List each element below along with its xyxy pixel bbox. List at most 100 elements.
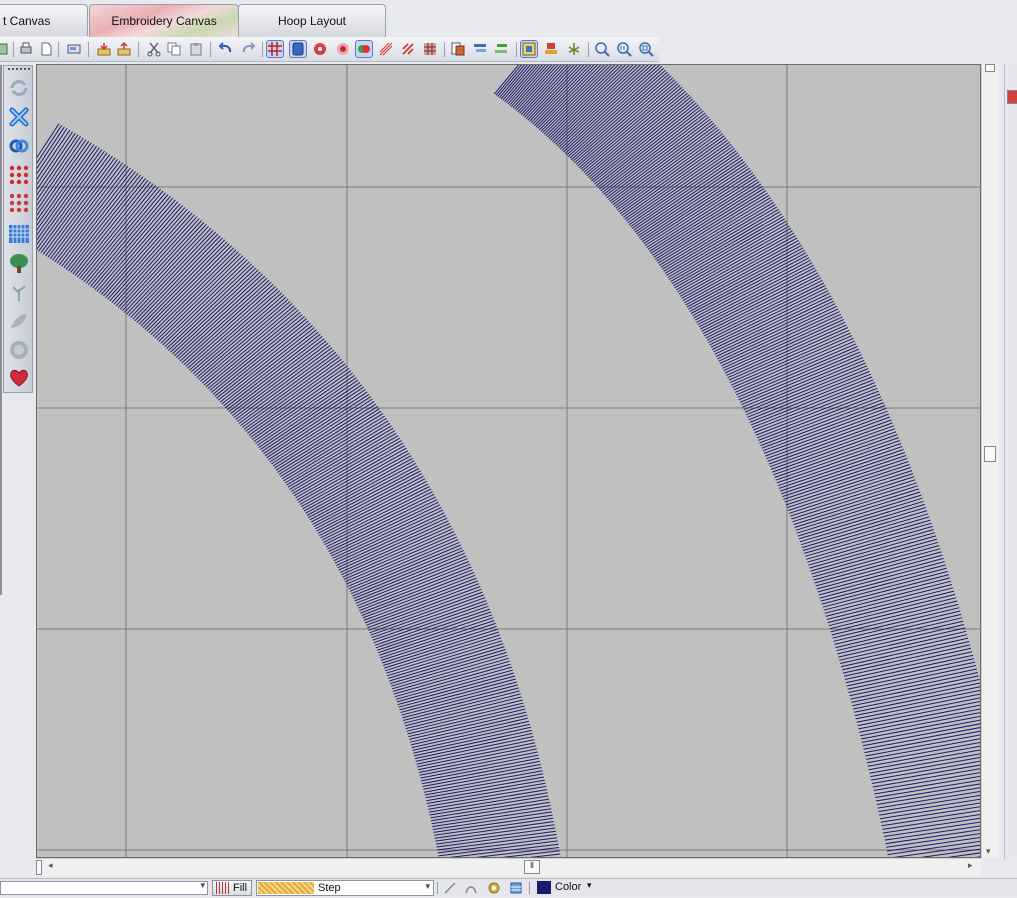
stitch-line <box>418 745 536 771</box>
circle-icon[interactable] <box>8 339 30 361</box>
scroll-left-arrow-icon[interactable]: ◂ <box>48 860 53 871</box>
stitch-design <box>37 65 980 857</box>
paste-icon[interactable] <box>188 41 204 57</box>
panel-icon[interactable] <box>1007 90 1017 104</box>
stitch-line <box>777 443 902 487</box>
tab-label: Embroidery Canvas <box>111 14 217 28</box>
tree-icon[interactable] <box>566 41 582 57</box>
stitch-line <box>873 772 980 791</box>
needle-icon[interactable] <box>443 881 457 895</box>
stitch-line <box>739 351 861 403</box>
stitch-line <box>400 681 517 713</box>
dot-grid-icon[interactable] <box>8 164 30 186</box>
zoom-in-icon[interactable] <box>594 41 610 57</box>
stamp-icon[interactable] <box>543 41 559 57</box>
stitch-view-icon[interactable] <box>378 41 394 57</box>
scroll-thumb[interactable] <box>984 446 996 462</box>
stitch-line <box>399 678 516 711</box>
copy-icon[interactable] <box>166 41 182 57</box>
stitch-line <box>871 760 980 781</box>
select-all-icon[interactable] <box>520 40 538 58</box>
color-button[interactable]: Color ▾ <box>534 880 598 896</box>
fill-icon <box>216 882 230 894</box>
fill-button[interactable]: Fill <box>212 880 252 896</box>
zoom-out-icon[interactable] <box>638 41 654 57</box>
stitch-line <box>780 449 904 492</box>
leaf-icon[interactable] <box>8 281 30 303</box>
scroll-down-arrow-icon[interactable]: ▾ <box>986 846 991 857</box>
undo-icon[interactable] <box>218 41 234 57</box>
stitch-line <box>872 768 980 788</box>
scroll-left-button[interactable] <box>36 860 42 875</box>
page-icon[interactable] <box>38 41 54 57</box>
dot-grid-alt-icon[interactable] <box>8 192 30 214</box>
scroll-thumb[interactable]: ⦀ <box>524 860 540 874</box>
scroll-right-arrow-icon[interactable]: ▸ <box>968 860 973 871</box>
stitch-line <box>868 749 980 771</box>
grid-icon[interactable] <box>266 40 284 58</box>
stitch-line <box>869 753 980 774</box>
zoom-actual-icon[interactable] <box>616 41 632 57</box>
hoop-icon[interactable] <box>289 40 307 58</box>
canvas-drawing <box>37 65 980 857</box>
grid-fill-icon[interactable] <box>8 223 30 245</box>
grid-view-icon[interactable] <box>422 41 438 57</box>
tab-label: t Canvas <box>3 13 51 28</box>
tab-embroidery-canvas[interactable]: Embroidery Canvas <box>89 4 239 37</box>
vertical-scrollbar[interactable]: ▾ <box>981 64 999 858</box>
redo-icon[interactable] <box>240 41 256 57</box>
dropdown-arrow-icon[interactable]: ▾ <box>425 881 430 892</box>
embroidery-canvas[interactable] <box>36 64 981 858</box>
tab-canvas[interactable]: t Canvas <box>0 4 88 36</box>
toolbar-separator <box>444 42 445 57</box>
export-icon[interactable] <box>116 41 132 57</box>
rotate-icon[interactable] <box>8 77 30 99</box>
status-separator <box>437 882 438 894</box>
color-view-icon[interactable] <box>355 40 373 58</box>
panel-edge <box>0 65 2 595</box>
copy-object-icon[interactable] <box>450 41 466 57</box>
palette-grip[interactable] <box>8 68 30 72</box>
stitch-line <box>341 525 452 576</box>
object-select[interactable]: ▾ <box>0 880 208 895</box>
stitch-line <box>437 837 558 854</box>
tab-hoop-layout[interactable]: Hoop Layout <box>238 4 386 37</box>
stitch-line <box>339 522 451 573</box>
print-preview-icon[interactable] <box>66 41 82 57</box>
scroll-up-button[interactable] <box>985 64 995 72</box>
stitch-line <box>843 647 972 677</box>
toolbar-separator <box>210 42 211 57</box>
cut-icon[interactable] <box>146 41 162 57</box>
pattern-icon[interactable] <box>509 881 523 895</box>
stitch-line <box>744 362 866 413</box>
stitch-line <box>807 525 933 563</box>
stitch-line <box>867 745 980 767</box>
horizontal-scrollbar[interactable]: ◂ ⦀ ▸ <box>36 858 981 876</box>
knot-icon[interactable] <box>8 135 30 157</box>
stitch-type-select[interactable]: Step ▾ <box>256 880 434 896</box>
toolbar-separator <box>13 42 14 57</box>
cross-stitch-icon[interactable] <box>8 106 30 128</box>
curve-icon[interactable] <box>464 881 478 895</box>
toolbar-separator <box>138 42 139 57</box>
sort-icon[interactable] <box>472 41 488 57</box>
print-icon[interactable] <box>18 41 34 57</box>
stitch-points-icon[interactable] <box>335 41 351 57</box>
status-separator <box>529 882 530 894</box>
import-icon[interactable] <box>96 41 112 57</box>
align-icon[interactable] <box>494 41 510 57</box>
heart-icon[interactable] <box>8 367 30 389</box>
stitch-line <box>667 211 781 278</box>
stitch-line <box>293 435 399 497</box>
stitch-line <box>848 665 977 693</box>
stitch-line <box>742 357 864 408</box>
dropdown-arrow-icon[interactable]: ▾ <box>200 880 205 891</box>
gear-icon[interactable] <box>487 881 501 895</box>
new-icon[interactable] <box>0 41 10 57</box>
stitch-line <box>816 554 943 590</box>
tree-shape-icon[interactable] <box>8 252 30 274</box>
feather-icon[interactable] <box>8 310 30 332</box>
stitch-line <box>338 520 449 571</box>
sew-simulator-icon[interactable] <box>312 41 328 57</box>
density-icon[interactable] <box>400 41 416 57</box>
